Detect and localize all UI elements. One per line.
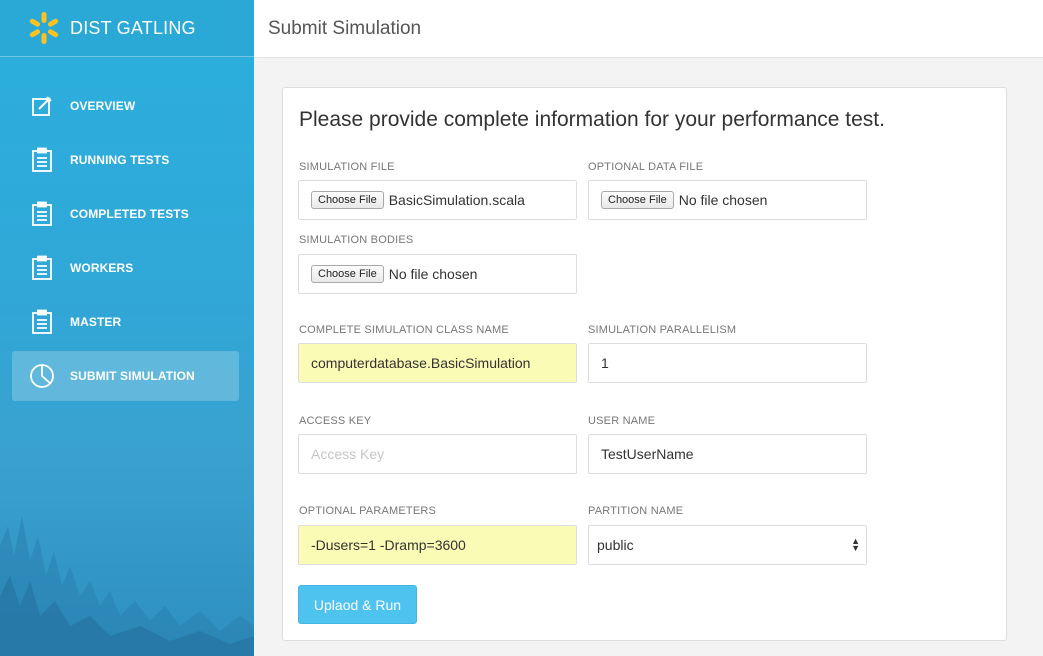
user-name-label: USER NAME xyxy=(588,415,656,427)
class-name-field xyxy=(298,343,577,383)
sidebar-item-label: MASTER xyxy=(70,315,122,329)
sidebar: DIST GATLING OVERVIEW RUNNING TESTS COMP… xyxy=(0,0,254,656)
user-name-field xyxy=(588,434,867,474)
simulation-file-choose-button[interactable]: Choose File xyxy=(311,191,384,209)
clipboard-icon xyxy=(29,201,55,227)
simulation-file-name: BasicSimulation.scala xyxy=(388,192,525,208)
sidebar-item-running-tests[interactable]: RUNNING TESTS xyxy=(12,135,239,185)
partition-select[interactable]: public ▲ ▼ xyxy=(588,525,867,565)
clipboard-icon xyxy=(29,147,55,173)
sidebar-item-workers[interactable]: WORKERS xyxy=(12,243,239,293)
partition-label: PARTITION NAME xyxy=(588,505,684,517)
form-heading: Please provide complete information for … xyxy=(299,108,885,131)
bodies-file-name: No file chosen xyxy=(388,266,478,282)
clipboard-icon xyxy=(29,309,55,335)
parallelism-field xyxy=(588,343,867,383)
bodies-field: Choose File No file chosen xyxy=(298,254,577,294)
data-file-name: No file chosen xyxy=(678,192,768,208)
spark-logo-icon xyxy=(29,12,59,44)
access-key-input[interactable] xyxy=(311,446,576,462)
parameters-field xyxy=(298,525,577,565)
upload-run-button[interactable]: Uplaod & Run xyxy=(298,585,417,624)
submit-form-card: Please provide complete information for … xyxy=(282,87,1007,641)
select-arrows-icon: ▲ ▼ xyxy=(851,536,860,553)
brand[interactable]: DIST GATLING xyxy=(0,0,254,57)
sidebar-nav: OVERVIEW RUNNING TESTS COMPLETED TESTS W… xyxy=(0,81,254,401)
sidebar-item-submit-simulation[interactable]: SUBMIT SIMULATION xyxy=(12,351,239,401)
sidebar-item-overview[interactable]: OVERVIEW xyxy=(12,81,239,131)
bodies-label: SIMULATION BODIES xyxy=(299,234,414,246)
sidebar-item-label: COMPLETED TESTS xyxy=(70,207,189,221)
forest-background-icon xyxy=(0,516,254,656)
simulation-file-field: Choose File BasicSimulation.scala xyxy=(298,180,577,220)
simulation-file-label: SIMULATION FILE xyxy=(299,161,395,173)
sidebar-item-label: RUNNING TESTS xyxy=(70,153,170,167)
sidebar-item-label: OVERVIEW xyxy=(70,99,136,113)
sidebar-item-label: SUBMIT SIMULATION xyxy=(70,369,195,383)
user-name-input[interactable] xyxy=(601,446,866,462)
edit-icon xyxy=(29,93,55,119)
page-title: Submit Simulation xyxy=(268,17,422,39)
parameters-input[interactable] xyxy=(311,537,576,553)
access-key-field xyxy=(298,434,577,474)
data-file-field: Choose File No file chosen xyxy=(588,180,867,220)
data-file-choose-button[interactable]: Choose File xyxy=(601,191,674,209)
sidebar-item-completed-tests[interactable]: COMPLETED TESTS xyxy=(12,189,239,239)
header: Submit Simulation xyxy=(254,0,1043,58)
sidebar-item-master[interactable]: MASTER xyxy=(12,297,239,347)
access-key-label: ACCESS KEY xyxy=(299,415,372,427)
class-name-input[interactable] xyxy=(311,355,576,371)
brand-name: DIST GATLING xyxy=(70,17,196,38)
parallelism-label: SIMULATION PARALLELISM xyxy=(588,324,737,336)
class-name-label: COMPLETE SIMULATION CLASS NAME xyxy=(299,324,509,336)
data-file-label: OPTIONAL DATA FILE xyxy=(588,161,704,173)
parallelism-input[interactable] xyxy=(601,355,866,371)
partition-selected-value: public xyxy=(597,537,634,553)
pie-chart-icon xyxy=(29,363,55,389)
sidebar-item-label: WORKERS xyxy=(70,261,134,275)
parameters-label: OPTIONAL PARAMETERS xyxy=(299,505,437,517)
bodies-choose-button[interactable]: Choose File xyxy=(311,265,384,283)
clipboard-icon xyxy=(29,255,55,281)
